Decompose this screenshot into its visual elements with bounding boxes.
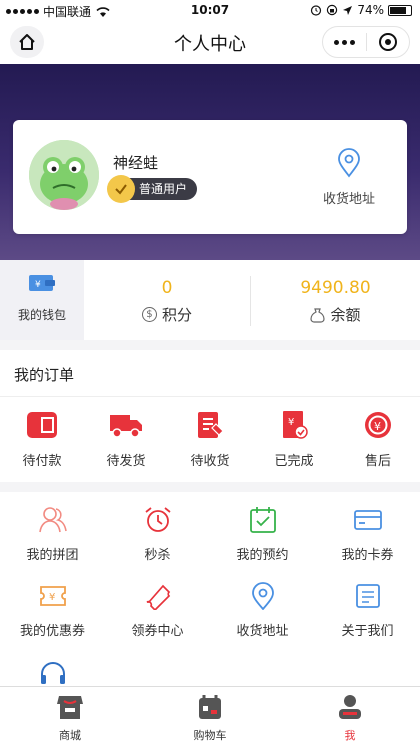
frog-avatar-icon xyxy=(29,140,99,210)
service-item[interactable]: 关于我们 xyxy=(315,582,420,639)
tab-cart[interactable]: 购物车 xyxy=(140,693,280,743)
service-label: 关于我们 xyxy=(341,624,394,639)
tab-label: 商城 xyxy=(59,729,81,742)
card-icon xyxy=(353,510,382,530)
points-value: 0 xyxy=(161,278,173,298)
avatar[interactable] xyxy=(29,140,99,210)
shipping-address-link[interactable]: 收货地址 xyxy=(313,148,385,207)
order-pending-shipment[interactable]: 待发货 xyxy=(84,410,168,469)
status-bar: 中国联通 10:07 74% xyxy=(0,0,420,20)
service-label: 收货地址 xyxy=(236,624,289,639)
service-label: 我的拼团 xyxy=(26,548,79,563)
member-level-badge: 普通用户 xyxy=(107,175,198,203)
ticket-icon xyxy=(146,584,170,612)
service-item[interactable]: 我的卡券 xyxy=(315,506,420,563)
order-label: 已完成 xyxy=(274,454,314,469)
location-icon xyxy=(338,148,360,178)
svg-text:¥: ¥ xyxy=(35,280,41,290)
service-item[interactable]: 我的预约 xyxy=(210,506,315,563)
close-circle-icon xyxy=(378,33,397,51)
order-label: 售后 xyxy=(364,454,391,469)
order-label: 待收货 xyxy=(190,454,230,469)
receipt-check-icon: ¥ xyxy=(283,411,308,439)
mini-program-capsule xyxy=(322,26,410,58)
more-button[interactable] xyxy=(323,27,366,57)
wallet-icon: ¥ xyxy=(29,275,55,291)
battery-icon xyxy=(388,4,412,16)
service-item[interactable]: 秒杀 xyxy=(105,506,210,563)
service-item[interactable]: 领券中心 xyxy=(105,582,210,639)
location-icon xyxy=(251,582,274,611)
about-icon xyxy=(355,584,380,608)
shipping-address-label: 收货地址 xyxy=(322,192,375,207)
wallet-row: ¥ 我的钱包 0 $ 积分 9490.80 余额 xyxy=(0,260,420,340)
my-orders-title[interactable]: 我的订单 xyxy=(14,364,74,385)
location-arrow-icon xyxy=(343,5,353,15)
tab-me[interactable]: 我 xyxy=(280,693,420,743)
headset-icon xyxy=(40,662,65,684)
service-item[interactable]: ¥ 我的优惠券 xyxy=(0,582,105,639)
my-wallet-button[interactable]: ¥ 我的钱包 xyxy=(0,260,84,340)
order-label: 待发货 xyxy=(106,454,146,469)
points-label: 积分 xyxy=(161,306,192,324)
service-item[interactable]: 我的拼团 xyxy=(0,506,105,563)
store-icon xyxy=(57,696,83,719)
service-label: 我的卡券 xyxy=(341,548,394,563)
svg-text:¥: ¥ xyxy=(49,592,55,603)
my-wallet-label: 我的钱包 xyxy=(17,308,66,322)
service-label: 秒杀 xyxy=(144,548,171,563)
service-label: 领券中心 xyxy=(131,624,184,639)
battery-percent: 74% xyxy=(357,3,384,17)
group-icon xyxy=(38,507,67,533)
document-icon xyxy=(198,412,224,438)
order-pending-receipt[interactable]: 待收货 xyxy=(168,410,252,469)
my-orders-section: 我的订单 待付款 待发货 待收货 ¥ 已完成 ¥ 售后 xyxy=(0,350,420,482)
lock-rotation-icon xyxy=(327,4,338,16)
order-pending-payment[interactable]: 待付款 xyxy=(0,410,84,469)
services-grid: 我的拼团 秒杀 我的预约 我的卡券 ¥ 我的优惠券 领券中心 收货地址 关于我们 xyxy=(0,492,420,686)
points-stat[interactable]: 0 $ 积分 xyxy=(84,260,250,340)
tab-bar: 商城 购物车 我 xyxy=(0,686,420,747)
order-completed[interactable]: ¥ 已完成 xyxy=(252,410,336,469)
wallet-icon xyxy=(27,412,57,438)
member-level-label: 普通用户 xyxy=(139,182,188,196)
money-bag-icon xyxy=(310,307,326,323)
truck-icon xyxy=(110,415,142,438)
close-button[interactable] xyxy=(367,27,409,57)
profile-card: 神经蛙 普通用户 收货地址 xyxy=(13,120,407,234)
crown-check-icon xyxy=(107,175,135,203)
tab-mall[interactable]: 商城 xyxy=(0,693,140,743)
svg-text:¥: ¥ xyxy=(288,417,294,428)
tab-label: 购物车 xyxy=(193,729,227,742)
alarm-icon xyxy=(311,5,322,16)
service-label: 我的预约 xyxy=(236,548,289,563)
balance-stat[interactable]: 9490.80 余额 xyxy=(251,260,420,340)
tab-label: 我 xyxy=(344,729,356,742)
cart-icon xyxy=(199,695,221,719)
user-name: 神经蛙 xyxy=(113,154,159,172)
service-item[interactable]: 收货地址 xyxy=(210,582,315,639)
order-after-sales[interactable]: ¥ 售后 xyxy=(336,410,420,469)
yen-circle-icon: ¥ xyxy=(365,412,391,438)
service-label: 我的优惠券 xyxy=(19,624,85,639)
balance-value: 9490.80 xyxy=(300,278,371,298)
calendar-check-icon xyxy=(249,507,276,533)
coupon-icon: ¥ xyxy=(39,586,66,606)
balance-label: 余额 xyxy=(330,306,361,324)
alarm-clock-icon xyxy=(144,507,171,532)
svg-text:¥: ¥ xyxy=(374,420,381,433)
profile-icon xyxy=(339,695,361,719)
order-label: 待付款 xyxy=(22,454,62,469)
nav-bar: 个人中心 xyxy=(0,20,420,64)
orders-divider xyxy=(0,396,420,397)
dollar-circle-icon: $ xyxy=(141,307,157,322)
